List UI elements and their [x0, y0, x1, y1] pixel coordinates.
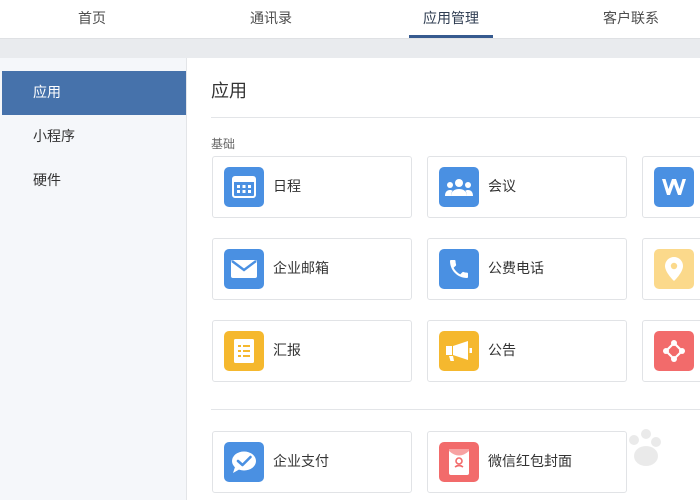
app-label: 企业邮箱	[273, 261, 329, 277]
phone-icon	[439, 249, 479, 289]
red-envelope-icon	[439, 442, 479, 482]
chat-check-icon	[224, 442, 264, 482]
page-title: 应用	[211, 81, 247, 102]
sidebar: 应用 小程序 硬件	[0, 58, 187, 500]
app-card-mail[interactable]: 企业邮箱	[212, 238, 412, 300]
tab-contacts[interactable]: 通讯录	[250, 0, 292, 38]
section-label-basic: 基础	[211, 137, 236, 151]
app-label: 日程	[273, 179, 301, 195]
top-nav: 首页 通讯录 应用管理 客户联系	[0, 0, 700, 39]
app-card-report[interactable]: 汇报	[212, 320, 412, 382]
sidebar-item-mini-programs[interactable]: 小程序	[2, 115, 186, 159]
title-divider	[211, 117, 700, 118]
app-card-calendar[interactable]: 日程	[212, 156, 412, 218]
tab-home[interactable]: 首页	[78, 0, 106, 38]
app-card-announcement[interactable]: 公告	[427, 320, 627, 382]
section-divider	[211, 409, 700, 410]
app-label: 会议	[488, 179, 516, 195]
app-label: 企业支付	[273, 454, 329, 470]
app-card-meeting[interactable]: 会议	[427, 156, 627, 218]
megaphone-icon	[439, 331, 479, 371]
tab-app-management[interactable]: 应用管理	[409, 0, 493, 38]
calendar-icon	[224, 167, 264, 207]
share-nodes-icon	[654, 331, 694, 371]
people-icon	[439, 167, 479, 207]
app-label: 汇报	[273, 343, 301, 359]
app-card-phone[interactable]: 公费电话	[427, 238, 627, 300]
app-card-share[interactable]	[642, 320, 700, 382]
watermark-logo	[629, 429, 661, 466]
app-card-location[interactable]	[642, 238, 700, 300]
mail-icon	[224, 249, 264, 289]
sidebar-item-apps[interactable]: 应用	[2, 71, 186, 115]
app-card-doc[interactable]	[642, 156, 700, 218]
app-label: 公告	[488, 343, 516, 359]
app-label: 公费电话	[488, 261, 544, 277]
sidebar-item-hardware[interactable]: 硬件	[2, 159, 186, 203]
app-card-payment[interactable]: 企业支付	[212, 431, 412, 493]
w-doc-icon	[654, 167, 694, 207]
main-panel: 应用 基础 日程 会议 企业邮箱 公费电话 汇报 公告 企业支付 微信红包封面	[187, 58, 700, 500]
location-icon	[654, 249, 694, 289]
report-icon	[224, 331, 264, 371]
tab-customer-contact[interactable]: 客户联系	[603, 0, 659, 38]
